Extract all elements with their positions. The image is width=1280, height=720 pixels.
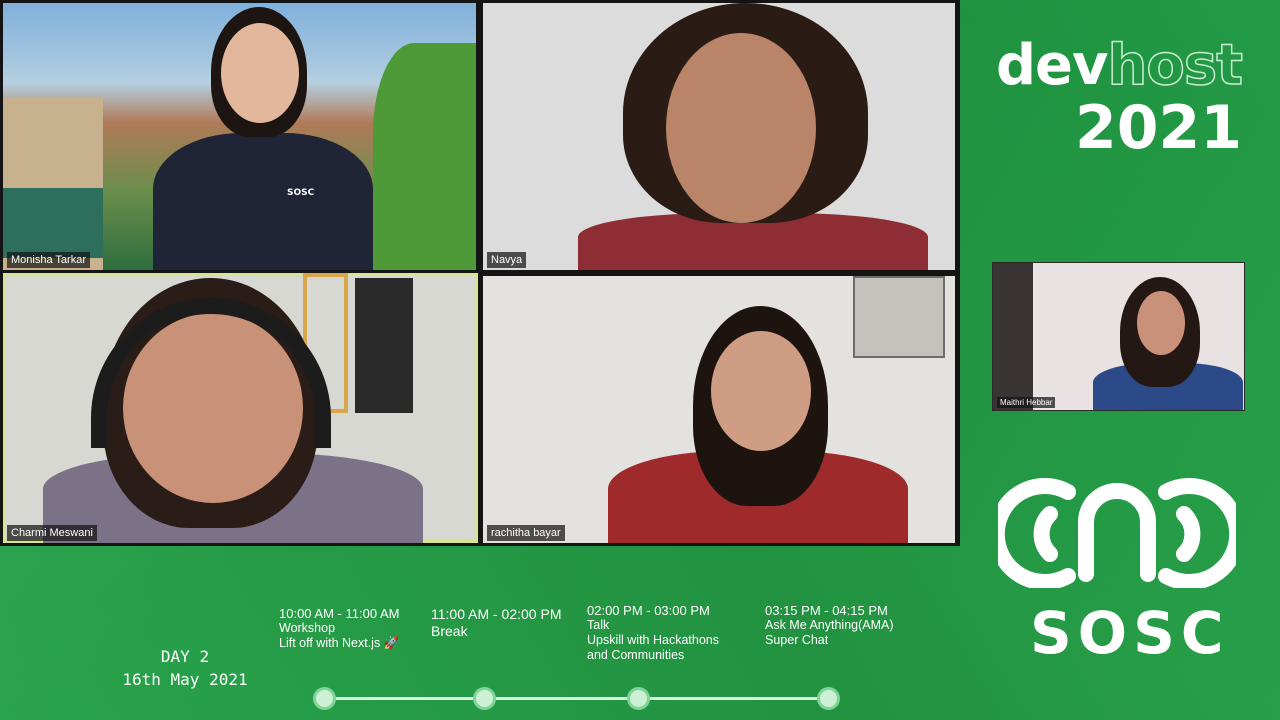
event-time: 11:00 AM - 02:00 PM [431, 606, 562, 622]
video-tile-monisha[interactable]: SOSC Monisha Tarkar [3, 3, 476, 270]
event-time: 03:15 PM - 04:15 PM [765, 603, 888, 618]
video-tile-maithri[interactable]: Maithri Hebbar [992, 262, 1245, 411]
day-label: DAY 2 [160, 647, 210, 666]
video-tile-navya[interactable]: Navya [483, 3, 955, 270]
background-roof [3, 188, 103, 258]
brand-host: host [1107, 33, 1244, 98]
event-title: Break [431, 623, 468, 639]
participant-name: Monisha Tarkar [7, 252, 90, 268]
event-break: 11:00 AM - 02:00 PM Break [431, 606, 561, 640]
event-ama: 03:15 PM - 04:15 PM Ask Me Anything(AMA)… [765, 603, 894, 648]
event-talk: 02:00 PM - 03:00 PM Talk Upskill with Ha… [587, 603, 719, 663]
shirt [153, 133, 373, 270]
headphones [91, 298, 331, 448]
org-name: SOSC [1030, 599, 1230, 667]
participant-name: rachitha bayar [487, 525, 565, 541]
video-tile-rachitha[interactable]: rachitha bayar [483, 276, 955, 543]
schedule-day: DAY 2 16th May 2021 [110, 645, 260, 691]
devhost-logo: devhost 2021 [996, 37, 1244, 163]
timeline-dot-3 [627, 687, 650, 710]
brand-dev: dev [995, 33, 1109, 98]
event-title: Talk [587, 618, 610, 632]
date-label: 16th May 2021 [122, 670, 248, 689]
background-chalkboard [355, 278, 413, 413]
event-subtitle: Upskill with Hackathons [587, 633, 719, 647]
shirt-logo: SOSC [287, 188, 315, 198]
sosc-logo-icon [998, 478, 1236, 588]
background-tree [373, 43, 476, 270]
event-workshop: 10:00 AM - 11:00 AM Workshop Lift off wi… [279, 606, 399, 651]
event-title: Ask Me Anything(AMA) [765, 618, 894, 632]
participant-name: Maithri Hebbar [997, 397, 1056, 408]
face [666, 33, 816, 223]
event-subtitle: Lift off with Next.js 🚀 [279, 636, 400, 650]
event-subtitle: Super Chat [765, 633, 829, 647]
event-subtitle-line2: and Communities [587, 648, 685, 662]
timeline-track [324, 697, 830, 700]
video-tile-charmi[interactable]: Charmi Meswani [3, 273, 478, 543]
face [711, 331, 811, 451]
event-time: 10:00 AM - 11:00 AM [279, 606, 400, 621]
brand-year: 2021 [1075, 93, 1242, 163]
face [1137, 291, 1185, 355]
timeline-dot-2 [473, 687, 496, 710]
participant-name: Navya [487, 252, 527, 268]
face [221, 23, 299, 123]
timeline-dot-1 [313, 687, 336, 710]
event-title: Workshop [279, 621, 336, 635]
timeline-dot-4 [817, 687, 840, 710]
event-time: 02:00 PM - 03:00 PM [587, 603, 710, 618]
participant-name: Charmi Meswani [7, 525, 97, 541]
video-grid: SOSC Monisha Tarkar Navya Charmi Meswani [0, 0, 960, 546]
background-door [993, 263, 1033, 410]
background-picture [853, 276, 945, 358]
